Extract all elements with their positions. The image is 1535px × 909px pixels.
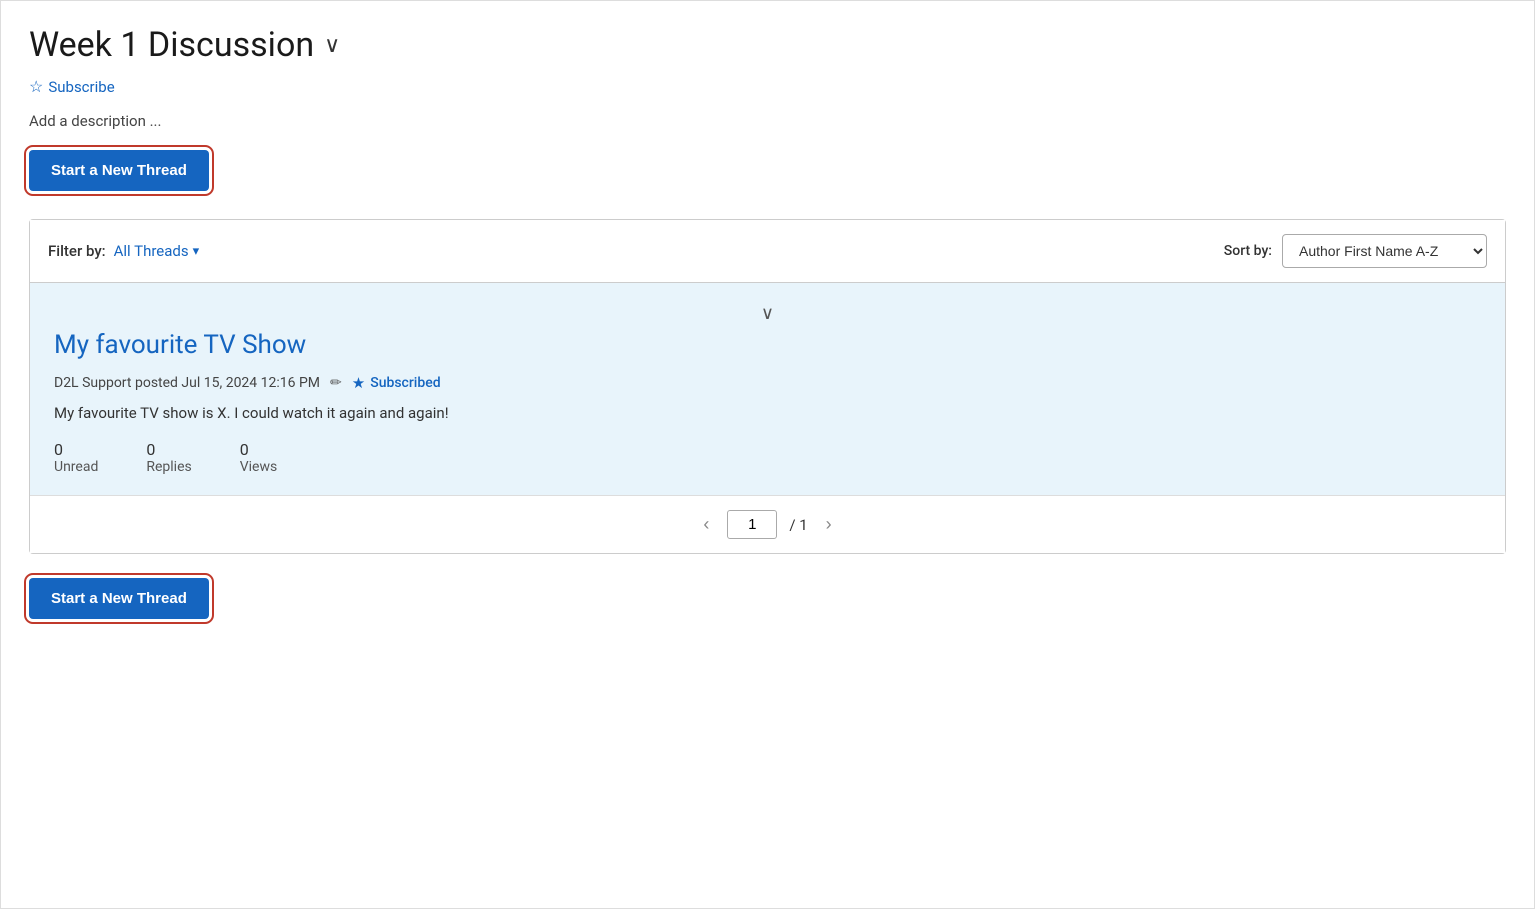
sort-by-row: Sort by: Author First Name A-Z Author Fi… xyxy=(1224,234,1487,268)
subscribed-badge[interactable]: ★ Subscribed xyxy=(352,374,441,392)
unread-label: Unread xyxy=(54,459,98,475)
thread-content: My favourite TV show is X. I could watch… xyxy=(54,404,1481,422)
description-text: Add a description ... xyxy=(29,112,1506,130)
thread-meta: D2L Support posted Jul 15, 2024 12:16 PM… xyxy=(54,374,1481,392)
subscribe-link[interactable]: ☆ Subscribe xyxy=(29,77,115,96)
thread-item: ∨ My favourite TV Show D2L Support poste… xyxy=(30,283,1505,495)
filter-chevron-down-icon: ▾ xyxy=(193,244,200,259)
thread-list-container: Filter by: All Threads ▾ Sort by: Author… xyxy=(29,219,1506,554)
subscribe-row: ☆ Subscribe xyxy=(29,77,1506,96)
thread-collapse-row: ∨ xyxy=(54,303,1481,324)
sort-select[interactable]: Author First Name A-Z Author First Name … xyxy=(1282,234,1487,268)
subscribed-label: Subscribed xyxy=(370,375,440,391)
title-chevron-down-icon[interactable]: ∨ xyxy=(324,33,340,58)
page-total: / 1 xyxy=(789,516,807,534)
star-filled-icon: ★ xyxy=(352,374,365,392)
page-title: Week 1 Discussion xyxy=(29,25,314,65)
replies-stat: 0 Replies xyxy=(146,440,191,475)
pagination-row: ‹ / 1 › xyxy=(30,495,1505,553)
unread-count: 0 xyxy=(54,440,63,459)
replies-label: Replies xyxy=(146,459,191,475)
views-stat: 0 Views xyxy=(240,440,278,475)
filter-label: Filter by: xyxy=(48,242,106,260)
views-label: Views xyxy=(240,459,278,475)
new-thread-button-top[interactable]: Start a New Thread xyxy=(29,150,209,191)
thread-posted-text: posted Jul 15, 2024 12:16 PM xyxy=(135,375,320,391)
replies-count: 0 xyxy=(146,440,155,459)
filter-sort-bar: Filter by: All Threads ▾ Sort by: Author… xyxy=(30,220,1505,283)
page-number-input[interactable] xyxy=(727,510,777,539)
author-name: D2L Support xyxy=(54,375,131,391)
all-threads-label: All Threads xyxy=(114,242,189,260)
prev-page-button[interactable]: ‹ xyxy=(697,512,715,537)
page-container: Week 1 Discussion ∨ ☆ Subscribe Add a de… xyxy=(0,0,1535,909)
unread-stat: 0 Unread xyxy=(54,440,98,475)
views-count: 0 xyxy=(240,440,249,459)
subscribe-label: Subscribe xyxy=(48,78,114,96)
thread-collapse-icon[interactable]: ∨ xyxy=(761,303,774,324)
bottom-btn-row: Start a New Thread xyxy=(29,578,1506,619)
new-thread-button-bottom[interactable]: Start a New Thread xyxy=(29,578,209,619)
filter-by-row: Filter by: All Threads ▾ xyxy=(48,242,199,260)
next-page-button[interactable]: › xyxy=(820,512,838,537)
edit-pencil-icon[interactable]: ✏ xyxy=(330,375,342,391)
all-threads-dropdown[interactable]: All Threads ▾ xyxy=(114,242,200,260)
thread-title[interactable]: My favourite TV Show xyxy=(54,330,1481,360)
sort-label: Sort by: xyxy=(1224,243,1272,259)
star-outline-icon: ☆ xyxy=(29,77,43,96)
thread-stats: 0 Unread 0 Replies 0 Views xyxy=(54,440,1481,475)
thread-author: D2L Support posted Jul 15, 2024 12:16 PM xyxy=(54,375,320,391)
page-title-row: Week 1 Discussion ∨ xyxy=(29,25,1506,65)
